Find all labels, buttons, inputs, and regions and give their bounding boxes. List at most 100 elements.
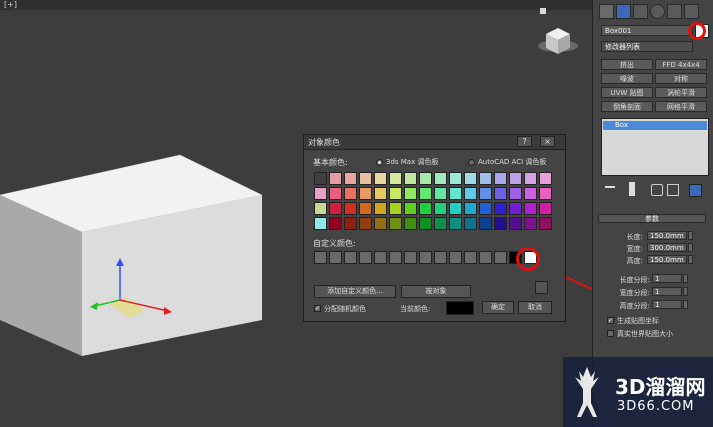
stack-item-box[interactable]: Box — [603, 121, 707, 130]
dialog-titlebar[interactable]: 对象颜色 ? × — [304, 135, 565, 150]
color-swatch[interactable] — [524, 187, 537, 200]
custom-color-swatch[interactable] — [314, 251, 327, 264]
hierarchy-tab-icon[interactable] — [633, 4, 648, 19]
color-swatch[interactable] — [344, 202, 357, 215]
color-swatch[interactable] — [449, 202, 462, 215]
custom-color-swatch[interactable] — [434, 251, 447, 264]
color-swatch[interactable] — [539, 202, 552, 215]
add-custom-color-button[interactable]: 添加自定义颜色... — [314, 285, 396, 298]
create-tab-icon[interactable] — [599, 4, 614, 19]
color-swatch[interactable] — [539, 187, 552, 200]
modifier-extrude-button[interactable]: 挤出 — [601, 59, 653, 70]
color-swatch[interactable] — [539, 217, 552, 230]
width-segs-input[interactable]: 1 — [652, 287, 682, 296]
cancel-button[interactable]: 取消 — [518, 301, 552, 314]
color-swatch[interactable] — [329, 172, 342, 185]
color-swatch[interactable] — [449, 187, 462, 200]
color-swatch[interactable] — [509, 187, 522, 200]
pin-stack-icon[interactable] — [605, 186, 615, 196]
assign-random-checkbox[interactable]: ✓ — [314, 305, 321, 312]
remove-modifier-icon[interactable] — [667, 184, 679, 196]
color-swatch[interactable] — [449, 172, 462, 185]
color-swatch[interactable] — [434, 172, 447, 185]
color-swatch[interactable] — [389, 187, 402, 200]
custom-color-swatch[interactable] — [329, 251, 342, 264]
color-swatch[interactable] — [419, 172, 432, 185]
color-swatch[interactable] — [509, 217, 522, 230]
color-swatch[interactable] — [359, 187, 372, 200]
modifier-symmetry-button[interactable]: 对称 — [655, 73, 707, 84]
color-swatch[interactable] — [494, 187, 507, 200]
gen-mapping-coords-checkbox[interactable]: ✓ — [607, 317, 614, 324]
eyedropper-icon[interactable] — [535, 281, 548, 294]
color-swatch[interactable] — [389, 217, 402, 230]
custom-color-swatch[interactable] — [449, 251, 462, 264]
custom-color-swatch[interactable] — [464, 251, 477, 264]
display-tab-icon[interactable] — [667, 4, 682, 19]
height-segs-spinner[interactable] — [683, 300, 688, 309]
color-swatch[interactable] — [524, 217, 537, 230]
color-swatch[interactable] — [329, 202, 342, 215]
color-swatch[interactable] — [359, 217, 372, 230]
color-swatch[interactable] — [404, 202, 417, 215]
object-name-input[interactable]: Box001 — [601, 25, 693, 36]
color-swatch[interactable] — [359, 202, 372, 215]
make-unique-icon[interactable] — [651, 184, 663, 196]
modifier-list-dropdown[interactable]: 修改器列表 — [601, 41, 693, 52]
radio-aci-palette[interactable] — [468, 159, 475, 166]
custom-color-swatch[interactable] — [374, 251, 387, 264]
custom-color-swatch[interactable] — [404, 251, 417, 264]
color-swatch[interactable] — [314, 217, 327, 230]
color-swatch[interactable] — [464, 202, 477, 215]
color-swatch[interactable] — [359, 172, 372, 185]
color-swatch[interactable] — [404, 172, 417, 185]
by-object-button[interactable]: 按对象 — [401, 285, 471, 298]
color-swatch[interactable] — [389, 202, 402, 215]
custom-color-swatch[interactable] — [479, 251, 492, 264]
utilities-tab-icon[interactable] — [684, 4, 699, 19]
real-world-map-size-checkbox[interactable] — [607, 330, 614, 337]
help-button[interactable]: ? — [517, 136, 532, 147]
length-segs-input[interactable]: 1 — [652, 274, 682, 283]
modifier-noise-button[interactable]: 噪波 — [601, 73, 653, 84]
color-swatch[interactable] — [479, 187, 492, 200]
length-segs-spinner[interactable] — [683, 274, 688, 283]
color-swatch[interactable] — [494, 172, 507, 185]
color-swatch[interactable] — [374, 172, 387, 185]
color-swatch[interactable] — [449, 217, 462, 230]
color-swatch[interactable] — [479, 172, 492, 185]
length-input[interactable]: 150.0mm — [647, 231, 687, 240]
color-swatch[interactable] — [314, 172, 327, 185]
color-swatch[interactable] — [329, 217, 342, 230]
color-swatch[interactable] — [419, 202, 432, 215]
color-swatch[interactable] — [434, 202, 447, 215]
modifier-ffd-button[interactable]: FFD 4x4x4 — [655, 59, 707, 70]
viewcube-icon[interactable] — [538, 8, 578, 54]
motion-tab-icon[interactable] — [650, 4, 665, 19]
color-swatch[interactable] — [419, 187, 432, 200]
color-swatch[interactable] — [524, 202, 537, 215]
color-swatch[interactable] — [329, 187, 342, 200]
color-swatch[interactable] — [479, 217, 492, 230]
close-button[interactable]: × — [540, 136, 555, 147]
color-swatch[interactable] — [464, 187, 477, 200]
current-color-swatch[interactable] — [446, 301, 474, 315]
color-swatch[interactable] — [464, 172, 477, 185]
length-spinner[interactable] — [688, 231, 693, 240]
color-swatch[interactable] — [464, 217, 477, 230]
width-segs-spinner[interactable] — [683, 287, 688, 296]
color-swatch[interactable] — [434, 217, 447, 230]
color-swatch[interactable] — [374, 187, 387, 200]
parameters-rollout-header[interactable]: 参数 — [598, 214, 706, 223]
color-swatch[interactable] — [509, 202, 522, 215]
modifier-uvw-button[interactable]: UVW 贴图 — [601, 87, 653, 98]
color-swatch[interactable] — [524, 172, 537, 185]
color-swatch[interactable] — [404, 187, 417, 200]
basic-colors-grid[interactable] — [314, 172, 554, 232]
color-swatch[interactable] — [494, 202, 507, 215]
configure-modifier-sets-icon[interactable] — [689, 184, 702, 197]
custom-color-swatch[interactable] — [389, 251, 402, 264]
custom-color-swatch[interactable] — [359, 251, 372, 264]
height-spinner[interactable] — [688, 255, 693, 264]
custom-color-swatch[interactable] — [419, 251, 432, 264]
